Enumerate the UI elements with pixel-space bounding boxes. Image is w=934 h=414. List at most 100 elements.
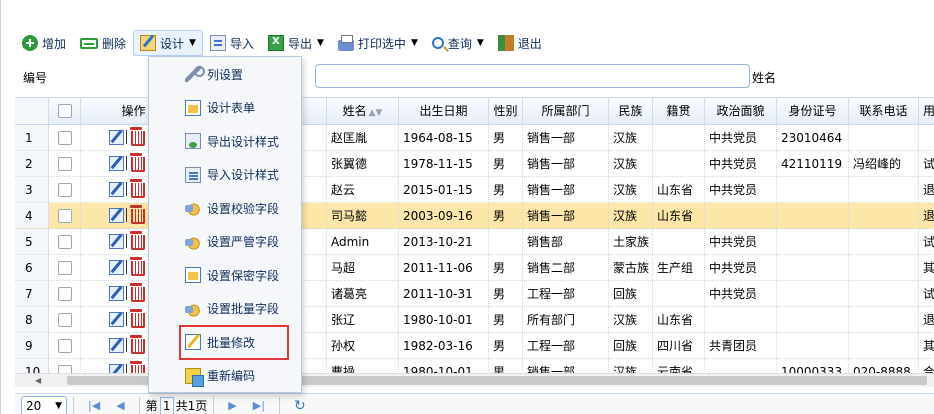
exit-button[interactable]: 退出 (491, 30, 549, 56)
first-page-icon[interactable]: |◀ (88, 399, 100, 412)
delete-label: 删除 (102, 36, 127, 51)
trash-icon[interactable] (129, 127, 145, 146)
edit-icon[interactable] (109, 337, 124, 353)
row-select-cell[interactable] (49, 203, 81, 228)
scroll-left-icon[interactable]: ◀ (35, 376, 41, 385)
page-number-input[interactable]: 1 (159, 396, 174, 414)
menu-item[interactable]: 设置批量字段 (149, 295, 301, 323)
cell-dept: 工程一部 (523, 281, 609, 306)
menu-item[interactable]: 设计表单 (149, 94, 301, 122)
prev-page-icon[interactable]: ◀ (116, 399, 124, 412)
trash-icon[interactable] (129, 179, 145, 198)
trash-icon[interactable] (129, 335, 145, 354)
cell-birth: 1982-03-16 (399, 333, 489, 358)
row-select-cell[interactable] (49, 281, 81, 306)
row-select-cell[interactable] (49, 333, 81, 358)
page-size-select[interactable]: 20 ▼ (21, 395, 67, 414)
row-checkbox[interactable] (57, 286, 72, 301)
trash-icon[interactable] (129, 309, 145, 328)
edit-icon[interactable] (109, 233, 124, 249)
trash-icon[interactable] (129, 283, 145, 302)
page-prefix-label: 第 (145, 399, 158, 413)
row-checkbox[interactable] (57, 182, 72, 197)
row-number: 9 (15, 333, 49, 358)
import-button[interactable]: 导入 (203, 30, 261, 56)
printer-icon (337, 34, 354, 51)
edit-icon[interactable] (109, 181, 124, 197)
last-page-icon[interactable]: ▶| (253, 399, 265, 412)
header-gender[interactable]: 性别 (489, 98, 523, 124)
row-checkbox[interactable] (57, 234, 72, 249)
header-birth[interactable]: 出生日期 (399, 98, 489, 124)
row-number: 5 (15, 229, 49, 254)
header-dept[interactable]: 所属部门 (523, 98, 609, 124)
header-select-all[interactable] (49, 98, 81, 124)
row-checkbox[interactable] (57, 260, 72, 275)
menu-item[interactable]: 导出设计样式 (149, 127, 301, 155)
menu-item[interactable]: 设置严管字段 (149, 228, 301, 256)
header-political[interactable]: 政治面貌 (705, 98, 777, 124)
row-checkbox[interactable] (57, 312, 72, 327)
refresh-icon[interactable]: ↻ (294, 398, 306, 414)
edit-icon[interactable] (109, 207, 124, 223)
print-label: 打印选中 (357, 36, 406, 51)
edit-icon[interactable] (109, 259, 124, 275)
print-selected-button[interactable]: 打印选中 ▼ (331, 30, 425, 56)
edit-icon[interactable] (109, 285, 124, 301)
trash-icon[interactable] (129, 153, 145, 172)
row-select-cell[interactable] (49, 255, 81, 280)
row-number: 7 (15, 281, 49, 306)
menu-item-label: 导入设计样式 (207, 168, 280, 182)
row-checkbox[interactable] (57, 338, 72, 353)
row-checkbox[interactable] (57, 208, 72, 223)
header-native[interactable]: 籍贯 (653, 98, 705, 124)
trash-icon[interactable] (129, 257, 145, 276)
cell-political: 中共党员 (705, 281, 777, 306)
row-select-cell[interactable] (49, 229, 81, 254)
delete-button[interactable]: 删除 (73, 30, 133, 56)
form-icon (185, 267, 201, 283)
trash-icon[interactable] (129, 205, 145, 224)
edit-icon[interactable] (109, 311, 124, 327)
edit-icon[interactable] (109, 129, 124, 145)
header-phone[interactable]: 联系电话 (849, 98, 919, 124)
design-dropdown-button[interactable]: 设计 ▼ (133, 30, 203, 56)
trash-icon[interactable] (129, 231, 145, 250)
cell-gender: 男 (489, 307, 523, 332)
row-checkbox[interactable] (57, 156, 72, 171)
row-select-cell[interactable] (49, 151, 81, 176)
cell-name: 马超 (327, 255, 399, 280)
next-page-icon[interactable]: ▶ (228, 399, 236, 412)
row-select-cell[interactable] (49, 307, 81, 332)
menu-item-label: 设置严管字段 (207, 235, 280, 249)
export-dropdown-button[interactable]: 导出 ▼ (261, 30, 331, 56)
select-all-checkbox[interactable] (57, 103, 72, 118)
header-id-card[interactable]: 身份证号 (777, 98, 849, 124)
menu-item[interactable]: 设置保密字段 (149, 261, 301, 289)
menu-item[interactable]: 重新编码 (149, 362, 301, 390)
edit-icon[interactable] (109, 155, 124, 171)
menu-item[interactable]: 设置校验字段 (149, 194, 301, 222)
header-extra[interactable]: 用 (919, 98, 934, 124)
row-number: 2 (15, 151, 49, 176)
cell-native (653, 151, 705, 176)
cell-political: 中共党员 (705, 229, 777, 254)
add-button[interactable]: 增加 (15, 30, 73, 56)
menu-item[interactable]: 列设置 (149, 60, 301, 88)
menu-item-label: 导出设计样式 (207, 134, 280, 149)
header-name[interactable]: 姓名 ▲▼ (327, 98, 399, 124)
divider (126, 234, 127, 248)
menu-item[interactable]: 导入设计样式 (149, 161, 301, 189)
search-input[interactable] (315, 64, 750, 88)
cell-phone (849, 203, 919, 228)
row-select-cell[interactable] (49, 177, 81, 202)
cell-birth: 1964-08-15 (399, 125, 489, 150)
row-checkbox[interactable] (57, 130, 72, 145)
cell-native (653, 229, 705, 254)
row-select-cell[interactable] (49, 125, 81, 150)
header-ethnic[interactable]: 民族 (609, 98, 653, 124)
query-label: 查询 (447, 36, 472, 51)
query-button[interactable]: 查询 ▼ (425, 30, 491, 56)
export-label: 导出 (287, 36, 312, 51)
minus-icon (80, 37, 99, 49)
